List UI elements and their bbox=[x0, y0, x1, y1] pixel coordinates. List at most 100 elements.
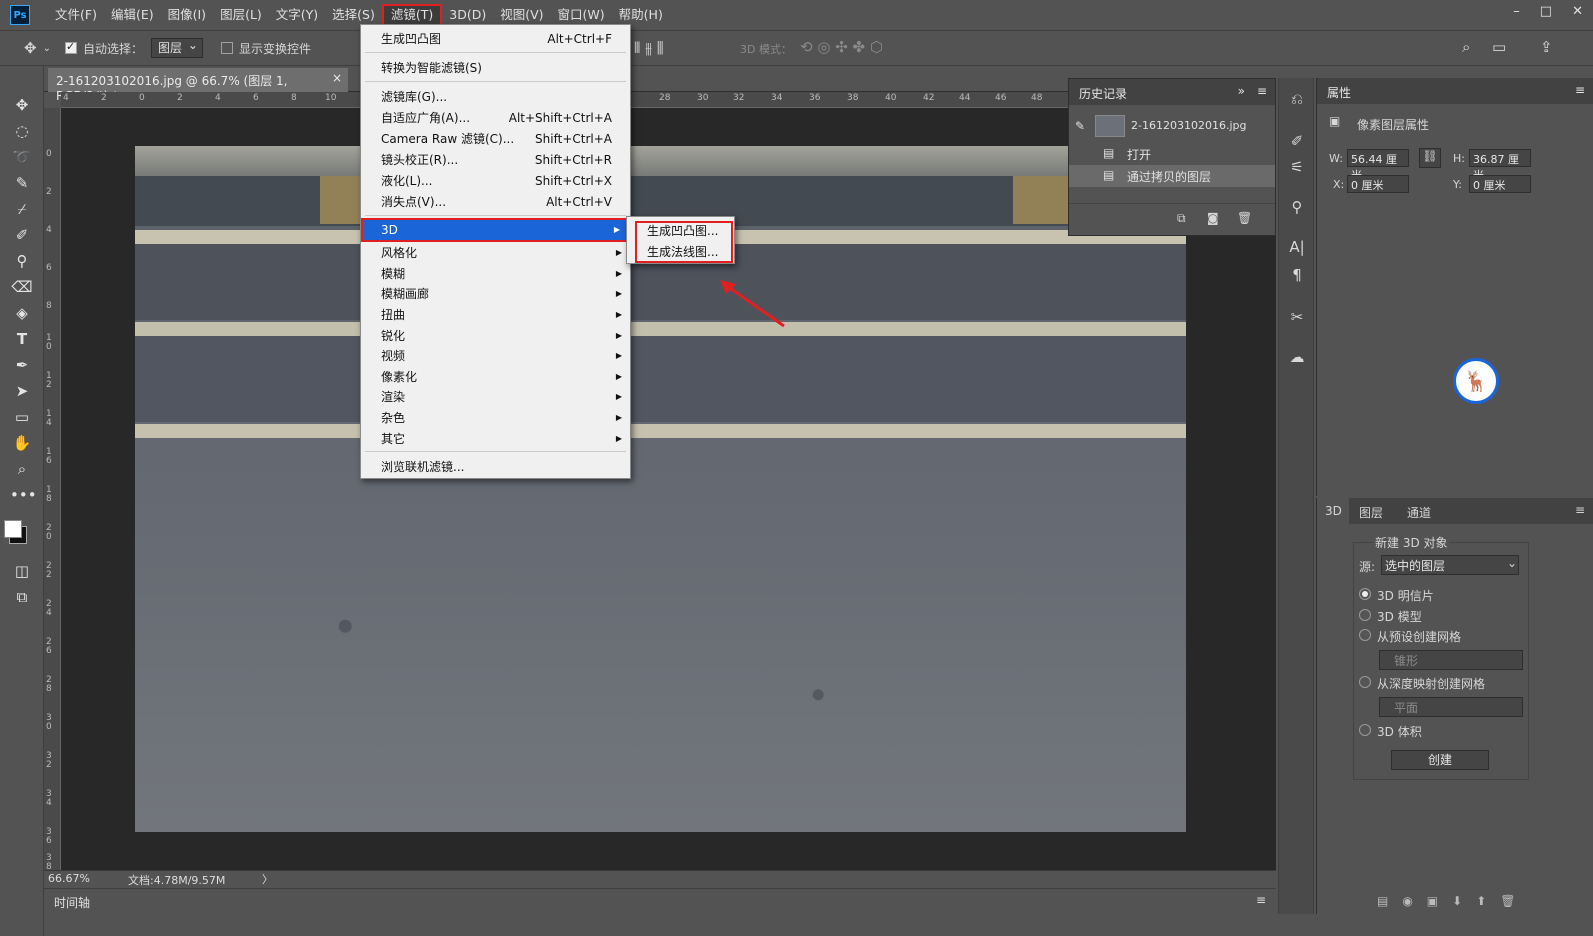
collapse-icon[interactable]: » bbox=[1238, 84, 1245, 98]
radio-depth-mesh[interactable] bbox=[1359, 676, 1371, 688]
menu-item-generate-bump-map[interactable]: 生成凹凸图... bbox=[647, 221, 718, 241]
maximize-icon[interactable]: □ bbox=[1540, 4, 1552, 19]
tab-properties[interactable]: 属性 ≡ bbox=[1317, 78, 1593, 104]
tool-presets-icon[interactable]: ✂ bbox=[1287, 308, 1307, 328]
tab-history[interactable]: 历史记录 » ≡ bbox=[1069, 79, 1275, 105]
tab-channels[interactable]: 通道 bbox=[1407, 504, 1431, 521]
width-input[interactable]: 56.44 厘米 bbox=[1347, 149, 1409, 182]
menu-item-filter-gallery[interactable]: 滤镜库(G)... bbox=[361, 87, 630, 107]
depth-mesh-dropdown[interactable]: 平面 bbox=[1379, 697, 1523, 717]
search-icon[interactable]: ⌕ bbox=[1462, 38, 1470, 56]
move-tool-icon[interactable]: ✥ bbox=[24, 39, 37, 57]
3d-panel-footer-icons[interactable]: ▤◉▣⬇⬆🗑 bbox=[1377, 894, 1530, 908]
character-icon[interactable]: A| bbox=[1287, 238, 1307, 258]
history-icon[interactable]: ⎌ bbox=[1287, 90, 1307, 110]
align-icons[interactable]: ⫴ ⫵ ⫼ bbox=[634, 39, 664, 57]
height-input[interactable]: 36.87 厘米 bbox=[1469, 149, 1531, 182]
menu-type[interactable]: 文字(Y) bbox=[269, 4, 325, 26]
more-tools-icon[interactable]: ••• bbox=[10, 484, 37, 506]
screen-mode-icon[interactable]: ⧉ bbox=[10, 586, 34, 608]
pen-tool-icon[interactable]: ✒ bbox=[10, 354, 34, 376]
menu-item-pixelate[interactable]: 像素化 ▶ bbox=[361, 367, 630, 387]
menu-layer[interactable]: 图层(L) bbox=[213, 4, 269, 26]
foreground-color-swatch[interactable] bbox=[4, 520, 22, 538]
menu-item-blur-gallery[interactable]: 模糊画廊 ▶ bbox=[361, 284, 630, 304]
radio-preset-mesh[interactable] bbox=[1359, 629, 1371, 641]
new-document-icon[interactable]: ⧉ bbox=[1177, 211, 1186, 226]
menu-item-camera-raw[interactable]: Camera Raw 滤镜(C)... Shift+Ctrl+A bbox=[361, 129, 630, 149]
menu-image[interactable]: 图像(I) bbox=[161, 4, 213, 26]
close-icon[interactable]: ✕ bbox=[1572, 4, 1583, 19]
menu-item-blur[interactable]: 模糊 ▶ bbox=[361, 264, 630, 284]
history-snapshot[interactable]: ✎ 2-161203102016.jpg bbox=[1069, 113, 1275, 141]
menu-item-noise[interactable]: 杂色 ▶ bbox=[361, 408, 630, 428]
camera-icon[interactable]: ◙ bbox=[1207, 211, 1219, 225]
menu-filter[interactable]: 滤镜(T) bbox=[381, 4, 443, 26]
menu-item-last-filter[interactable]: 生成凹凸图 Alt+Ctrl+F bbox=[361, 29, 630, 49]
3d-mode-icons[interactable]: ⟲ ◎ ✣ ✤ ⬡ bbox=[800, 38, 883, 56]
menu-item-3d[interactable]: 3D ▶ bbox=[361, 218, 630, 242]
menu-view[interactable]: 视图(V) bbox=[493, 4, 550, 26]
tab-close-icon[interactable]: × bbox=[332, 71, 342, 85]
rectangle-tool-icon[interactable]: ▭ bbox=[10, 406, 34, 428]
menu-item-stylize[interactable]: 风格化 ▶ bbox=[361, 243, 630, 263]
menu-item-distort[interactable]: 扭曲 ▶ bbox=[361, 305, 630, 325]
libraries-icon[interactable]: ☁ bbox=[1287, 348, 1307, 368]
tab-3d[interactable]: 3D bbox=[1317, 498, 1349, 524]
tab-layers[interactable]: 图层 bbox=[1359, 504, 1383, 521]
history-step-selected[interactable]: ▤ 通过拷贝的图层 bbox=[1069, 165, 1275, 187]
menu-window[interactable]: 窗口(W) bbox=[551, 4, 612, 26]
zoom-level[interactable]: 66.67% bbox=[48, 872, 90, 885]
preset-mesh-dropdown[interactable]: 锥形 bbox=[1379, 650, 1523, 670]
move-tool-icon[interactable]: ✥ bbox=[10, 94, 34, 116]
type-tool-icon[interactable]: T bbox=[10, 328, 34, 350]
timeline-tab[interactable]: 时间轴 bbox=[54, 894, 90, 911]
auto-select-dropdown[interactable]: 图层 bbox=[150, 36, 203, 58]
radio-3d-postcard[interactable] bbox=[1359, 588, 1371, 600]
marquee-tool-icon[interactable]: ◌ bbox=[10, 120, 34, 142]
chevron-down-icon[interactable]: ⌄ bbox=[43, 43, 51, 54]
share-icon[interactable]: ⇪ bbox=[1540, 38, 1553, 56]
menu-item-generate-normal-map[interactable]: 生成法线图... bbox=[647, 242, 718, 262]
menu-item-sharpen[interactable]: 锐化 ▶ bbox=[361, 326, 630, 346]
menu-item-lens-correction[interactable]: 镜头校正(R)... Shift+Ctrl+R bbox=[361, 150, 630, 170]
menu-item-render[interactable]: 渲染 ▶ bbox=[361, 387, 630, 407]
panel-menu-icon[interactable]: ≡ bbox=[1575, 83, 1585, 97]
quick-mask-icon[interactable]: ◫ bbox=[10, 560, 34, 582]
quick-select-tool-icon[interactable]: ✎ bbox=[10, 172, 34, 194]
menu-select[interactable]: 选择(S) bbox=[325, 4, 382, 26]
x-input[interactable]: 0 厘米 bbox=[1347, 175, 1409, 193]
menu-item-smart-filter[interactable]: 转换为智能滤镜(S) bbox=[361, 58, 630, 78]
brush-tool-icon[interactable]: ✐ bbox=[10, 224, 34, 246]
panel-menu-icon[interactable]: ≡ bbox=[1575, 503, 1585, 517]
source-dropdown[interactable]: 选中的图层 bbox=[1381, 555, 1519, 575]
minimize-icon[interactable]: – bbox=[1513, 4, 1520, 19]
y-input[interactable]: 0 厘米 bbox=[1469, 175, 1531, 193]
menu-help[interactable]: 帮助(H) bbox=[612, 4, 670, 26]
radio-3d-volume[interactable] bbox=[1359, 724, 1371, 736]
clone-source-icon[interactable]: ⚲ bbox=[1287, 198, 1307, 218]
menu-item-browse-online[interactable]: 浏览联机滤镜... bbox=[361, 457, 630, 477]
menu-item-adaptive-wide-angle[interactable]: 自适应广角(A)... Alt+Shift+Ctrl+A bbox=[361, 108, 630, 128]
chevron-right-icon[interactable]: 〉 bbox=[262, 871, 273, 887]
hand-tool-icon[interactable]: ✋ bbox=[10, 432, 34, 454]
menu-3d[interactable]: 3D(D) bbox=[442, 4, 493, 26]
menu-edit[interactable]: 编辑(E) bbox=[104, 4, 161, 26]
panel-menu-icon[interactable]: ≡ bbox=[1256, 893, 1266, 907]
eraser-tool-icon[interactable]: ⌫ bbox=[10, 276, 34, 298]
menu-file[interactable]: 文件(F) bbox=[48, 4, 104, 26]
show-transform-checkbox[interactable] bbox=[220, 42, 233, 54]
document-tab[interactable]: 2-161203102016.jpg @ 66.7% (图层 1, RGB/8#… bbox=[48, 68, 348, 103]
menu-item-video[interactable]: 视频 ▶ bbox=[361, 346, 630, 366]
trash-icon[interactable]: 🗑 bbox=[1237, 211, 1252, 225]
radio-3d-model[interactable] bbox=[1359, 609, 1371, 621]
stamp-tool-icon[interactable]: ⚲ bbox=[10, 250, 34, 272]
menu-item-liquify[interactable]: 液化(L)... Shift+Ctrl+X bbox=[361, 171, 630, 191]
brush-settings-icon[interactable]: ✐ bbox=[1287, 132, 1307, 152]
link-icon[interactable]: ⛓ bbox=[1419, 148, 1441, 168]
path-select-tool-icon[interactable]: ➤ bbox=[10, 380, 34, 402]
auto-select-checkbox[interactable] bbox=[64, 40, 77, 54]
zoom-tool-icon[interactable]: ⌕ bbox=[10, 458, 34, 480]
history-step[interactable]: ▤ 打开 bbox=[1069, 143, 1275, 165]
menu-item-vanishing-point[interactable]: 消失点(V)... Alt+Ctrl+V bbox=[361, 192, 630, 212]
